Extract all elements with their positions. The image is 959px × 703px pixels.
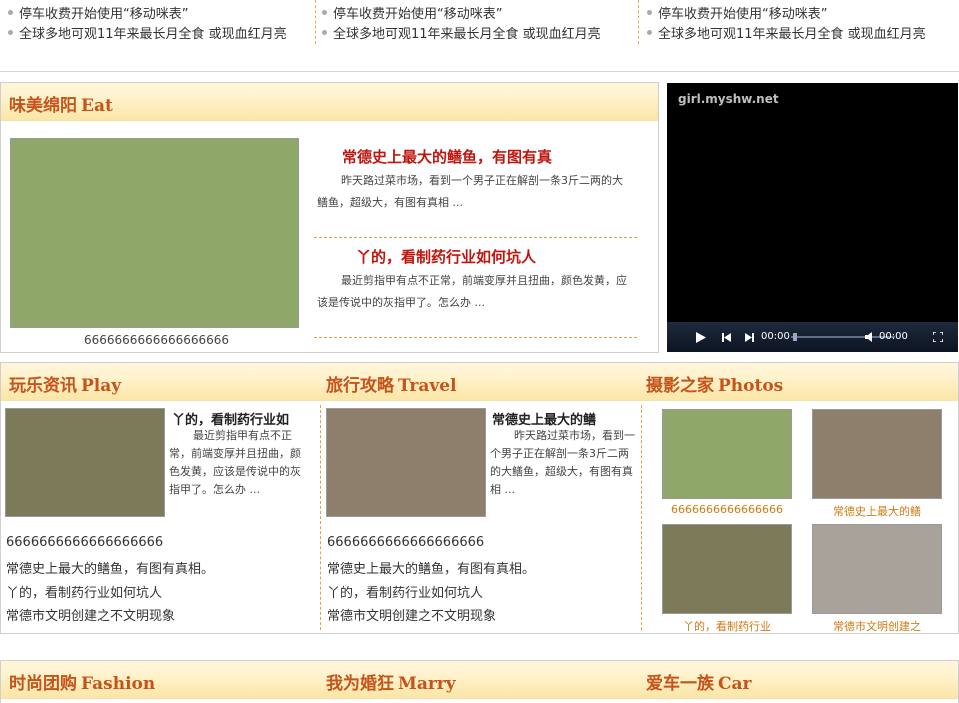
eat-feature-image[interactable] (10, 138, 299, 328)
bullet-icon (8, 10, 13, 15)
divider (314, 237, 637, 238)
bullet-icon (647, 30, 652, 35)
photo-thumbnail[interactable] (812, 409, 942, 499)
top-news-link[interactable]: 停车收费开始使用“移动咪表” (647, 7, 827, 23)
skip-forward-icon[interactable] (745, 333, 754, 342)
top-news-column-3: 停车收费开始使用“移动咪表” 全球多地可观11年来最长月全食 或现血红月亮 (640, 0, 958, 44)
photo-caption[interactable]: 丫的，看制药行业 (662, 618, 792, 634)
video-progress-handle[interactable] (793, 333, 797, 341)
top-news-link[interactable]: 停车收费开始使用“移动咪表” (8, 7, 188, 23)
play-list-item[interactable]: 常德史上最大的鳝鱼，有图有真相。 (6, 558, 214, 577)
video-player[interactable]: girl.myshw.net 00:00 00:00 (667, 83, 958, 352)
video-current-time: 00:00 (761, 331, 790, 342)
photos-section-title[interactable]: 摄影之家 Photos (646, 371, 783, 396)
travel-list-item[interactable]: 常德市文明创建之不文明现象 (327, 605, 496, 624)
three-column-header: 玩乐资讯 Play 旅行攻略 Travel 摄影之家 Photos (1, 363, 958, 401)
play-feature-title[interactable]: 丫的，看制药行业如 (172, 409, 307, 428)
play-feature-image[interactable] (5, 408, 165, 517)
car-section-title[interactable]: 爱车一族 Car (646, 669, 752, 694)
fullscreen-icon[interactable] (933, 332, 943, 342)
play-list-item[interactable]: 丫的，看制药行业如何坑人 (6, 582, 162, 601)
play-icon[interactable] (696, 332, 706, 343)
photo-caption[interactable]: 6666666666666666 (662, 503, 792, 516)
bottom-section-header: 时尚团购 Fashion 我为婚狂 Marry 爱车一族 Car (1, 661, 958, 699)
top-news-link[interactable]: 全球多地可观11年来最长月全食 或现血红月亮 (647, 27, 926, 43)
eat-section-title[interactable]: 味美绵阳 Eat (9, 91, 113, 116)
video-watermark: girl.myshw.net (678, 92, 779, 106)
top-news-column-2: 停车收费开始使用“移动咪表” 全球多地可观11年来最长月全食 或现血红月亮 (317, 0, 639, 44)
three-column-section: 玩乐资讯 Play 旅行攻略 Travel 摄影之家 Photos 丫的，看制药行业如… (0, 362, 959, 634)
photo-caption[interactable]: 常德市文明创建之 (812, 618, 942, 634)
eat-image-caption[interactable]: 6666666666666666666 (84, 333, 229, 347)
eat-article-summary: 最近剪指甲有点不正常，前端变厚并且扭曲，颜色发黄，应该是传说中的灰指甲了。怎么办… (317, 274, 627, 309)
eat-section-header: 味美绵阳 Eat (1, 83, 658, 121)
bottom-section: 时尚团购 Fashion 我为婚狂 Marry 爱车一族 Car (0, 660, 959, 703)
photo-thumbnail[interactable] (812, 524, 942, 614)
top-news-link[interactable]: 全球多地可观11年来最长月全食 或现血红月亮 (322, 27, 601, 43)
divider (314, 337, 637, 338)
bullet-icon (647, 10, 652, 15)
travel-list-item[interactable]: 常德史上最大的鳝鱼，有图有真相。 (327, 558, 535, 577)
travel-feature-image[interactable] (326, 408, 486, 517)
bullet-icon (322, 30, 327, 35)
divider (320, 405, 321, 630)
top-news-strip: 停车收费开始使用“移动咪表” 全球多地可观11年来最长月全食 或现血红月亮 停车… (0, 0, 959, 72)
eat-article-title[interactable]: 常德史上最大的鳝鱼，有图有真 (342, 146, 552, 167)
fashion-section-title[interactable]: 时尚团购 Fashion (9, 669, 155, 694)
top-news-link[interactable]: 全球多地可观11年来最长月全食 或现血红月亮 (8, 27, 287, 43)
travel-list-item[interactable]: 6666666666666666666 (327, 535, 484, 550)
divider (641, 405, 642, 630)
travel-list-item[interactable]: 丫的，看制药行业如何坑人 (327, 582, 483, 601)
eat-section: 味美绵阳 Eat 6666666666666666666 常德史上最大的鳝鱼，有图… (0, 82, 659, 353)
video-total-time: 00:00 (879, 331, 908, 342)
photo-caption[interactable]: 常德史上最大的鳝 (812, 503, 942, 519)
photo-thumbnail[interactable] (662, 409, 792, 499)
top-news-link[interactable]: 停车收费开始使用“移动咪表” (322, 7, 502, 23)
bullet-icon (322, 10, 327, 15)
play-list-item[interactable]: 6666666666666666666 (6, 535, 163, 550)
video-control-bar: 00:00 00:00 (667, 322, 958, 352)
marry-section-title[interactable]: 我为婚狂 Marry (326, 669, 456, 694)
eat-article-summary: 昨天路过菜市场，看到一个男子正在解剖一条3斤二两的大鳝鱼，超级大，有图有真相 .… (317, 174, 623, 209)
travel-section-title[interactable]: 旅行攻略 Travel (326, 371, 457, 396)
skip-back-icon[interactable] (722, 333, 731, 342)
play-section-title[interactable]: 玩乐资讯 Play (9, 371, 121, 396)
play-feature-summary: 最近剪指甲有点不正常，前端变厚并且扭曲，颜色发黄，应该是传说中的灰指甲了。怎么办… (169, 429, 301, 496)
play-list-item[interactable]: 常德市文明创建之不文明现象 (6, 605, 175, 624)
travel-feature-summary: 昨天路过菜市场，看到一个男子正在解剖一条3斤二两的大鳝鱼，超级大，有图有真相 .… (490, 429, 635, 496)
photo-thumbnail[interactable] (662, 524, 792, 614)
top-news-column-1: 停车收费开始使用“移动咪表” 全球多地可观11年来最长月全食 或现血红月亮 (0, 0, 316, 44)
eat-article-title[interactable]: 丫的，看制药行业如何坑人 (356, 246, 536, 267)
volume-icon[interactable] (865, 332, 877, 342)
bullet-icon (8, 30, 13, 35)
travel-feature-title[interactable]: 常德史上最大的鳝 (492, 409, 627, 428)
